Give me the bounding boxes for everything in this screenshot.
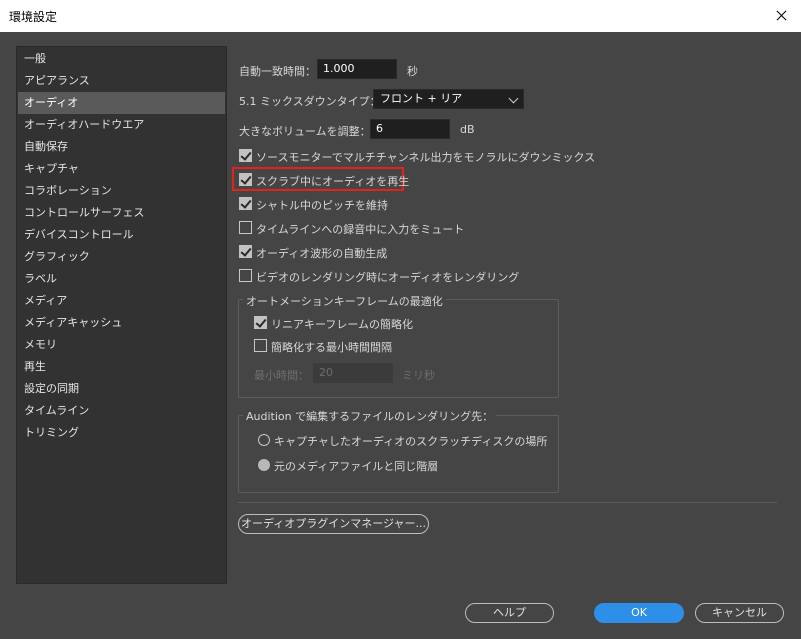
shuttle-pitch-label: シャトル中のピッチを維持: [256, 199, 388, 212]
downmix-mono-label: ソースモニターでマルチチャンネル出力をモノラルにダウンミックス: [256, 151, 596, 164]
sidebar-item-audio-hardware[interactable]: オーディオハードウエア: [18, 114, 225, 136]
linear-keyframe-label: リニアキーフレームの簡略化: [271, 318, 414, 331]
sidebar-item-memory[interactable]: メモリ: [18, 334, 225, 356]
sidebar-item-auto-save[interactable]: 自動保存: [18, 136, 225, 158]
scratch-disk-label: キャプチャしたオーディオのスクラッチディスクの場所: [274, 435, 548, 448]
downmix-value: フロント + リア: [380, 92, 463, 105]
scrub-audio-checkbox[interactable]: [239, 173, 252, 186]
volume-input[interactable]: 6: [370, 119, 450, 139]
ok-button[interactable]: OK: [594, 603, 684, 623]
window-title: 環境設定: [9, 10, 58, 24]
downmix-select[interactable]: フロント + リア: [373, 89, 524, 109]
title-bar: 環境設定: [0, 0, 801, 32]
auto-match-input[interactable]: 1.000: [317, 59, 397, 79]
sidebar-item-device-control[interactable]: デバイスコントロール: [18, 224, 225, 246]
sidebar-item-playback[interactable]: 再生: [18, 356, 225, 378]
sidebar-item-media-cache[interactable]: メディアキャッシュ: [18, 312, 225, 334]
render-audio-label: ビデオのレンダリング時にオーディオをレンダリング: [256, 271, 520, 284]
min-time-unit: ミリ秒: [402, 369, 435, 382]
min-time-label: 最小時間：: [254, 369, 309, 382]
volume-label: 大きなボリュームを調整：: [239, 125, 371, 138]
shuttle-pitch-checkbox[interactable]: [239, 197, 252, 210]
sidebar-item-capture[interactable]: キャプチャ: [18, 158, 225, 180]
mute-input-checkbox[interactable]: [239, 221, 252, 234]
scratch-disk-radio[interactable]: [258, 434, 270, 446]
sidebar-item-graphics[interactable]: グラフィック: [18, 246, 225, 268]
same-folder-radio[interactable]: [258, 459, 270, 471]
auto-waveform-label: オーディオ波形の自動生成: [256, 247, 388, 260]
mute-input-label: タイムラインへの録音中に入力をミュート: [256, 223, 465, 236]
automation-group-title: オートメーションキーフレームの最適化: [243, 293, 446, 309]
divider: [238, 502, 777, 503]
min-time-input[interactable]: 20: [313, 363, 393, 383]
sidebar-item-media[interactable]: メディア: [18, 290, 225, 312]
sidebar-item-timeline[interactable]: タイムライン: [18, 400, 225, 422]
min-interval-checkbox[interactable]: [254, 339, 267, 352]
downmix-label: 5.1 ミックスダウンタイプ：: [239, 95, 381, 108]
downmix-mono-checkbox[interactable]: [239, 149, 252, 162]
auto-waveform-checkbox[interactable]: [239, 245, 252, 258]
audio-plugin-manager-button[interactable]: オーディオプラグインマネージャー...: [238, 514, 429, 534]
sidebar-item-trim[interactable]: トリミング: [18, 422, 225, 444]
auto-match-unit: 秒: [407, 65, 418, 78]
sidebar-item-control-surface[interactable]: コントロールサーフェス: [18, 202, 225, 224]
sidebar-item-audio[interactable]: オーディオ: [18, 92, 225, 114]
sidebar-item-general[interactable]: 一般: [18, 48, 225, 70]
sidebar-item-sync-settings[interactable]: 設定の同期: [18, 378, 225, 400]
sidebar-item-appearance[interactable]: アピアランス: [18, 70, 225, 92]
close-icon[interactable]: [761, 0, 801, 32]
sidebar-item-collaboration[interactable]: コラボレーション: [18, 180, 225, 202]
sidebar-item-labels[interactable]: ラベル: [18, 268, 225, 290]
audition-group: [238, 415, 559, 493]
cancel-button[interactable]: キャンセル: [695, 603, 784, 623]
preferences-dialog: 一般 アピアランス オーディオ オーディオハードウエア 自動保存 キャプチャ コ…: [0, 32, 801, 639]
auto-match-label: 自動一致時間：: [239, 65, 316, 78]
linear-keyframe-checkbox[interactable]: [254, 316, 267, 329]
volume-unit: dB: [460, 123, 475, 136]
scrub-audio-label: スクラブ中にオーディオを再生: [256, 175, 410, 188]
help-button[interactable]: ヘルプ: [465, 603, 554, 623]
min-interval-label: 簡略化する最小時間間隔: [271, 341, 392, 354]
chevron-down-icon: [508, 93, 519, 104]
render-audio-checkbox[interactable]: [239, 269, 252, 282]
category-list[interactable]: 一般 アピアランス オーディオ オーディオハードウエア 自動保存 キャプチャ コ…: [16, 46, 227, 584]
audition-group-title: Audition で編集するファイルのレンダリング先：: [243, 408, 497, 424]
same-folder-label: 元のメディアファイルと同じ階層: [274, 460, 439, 473]
